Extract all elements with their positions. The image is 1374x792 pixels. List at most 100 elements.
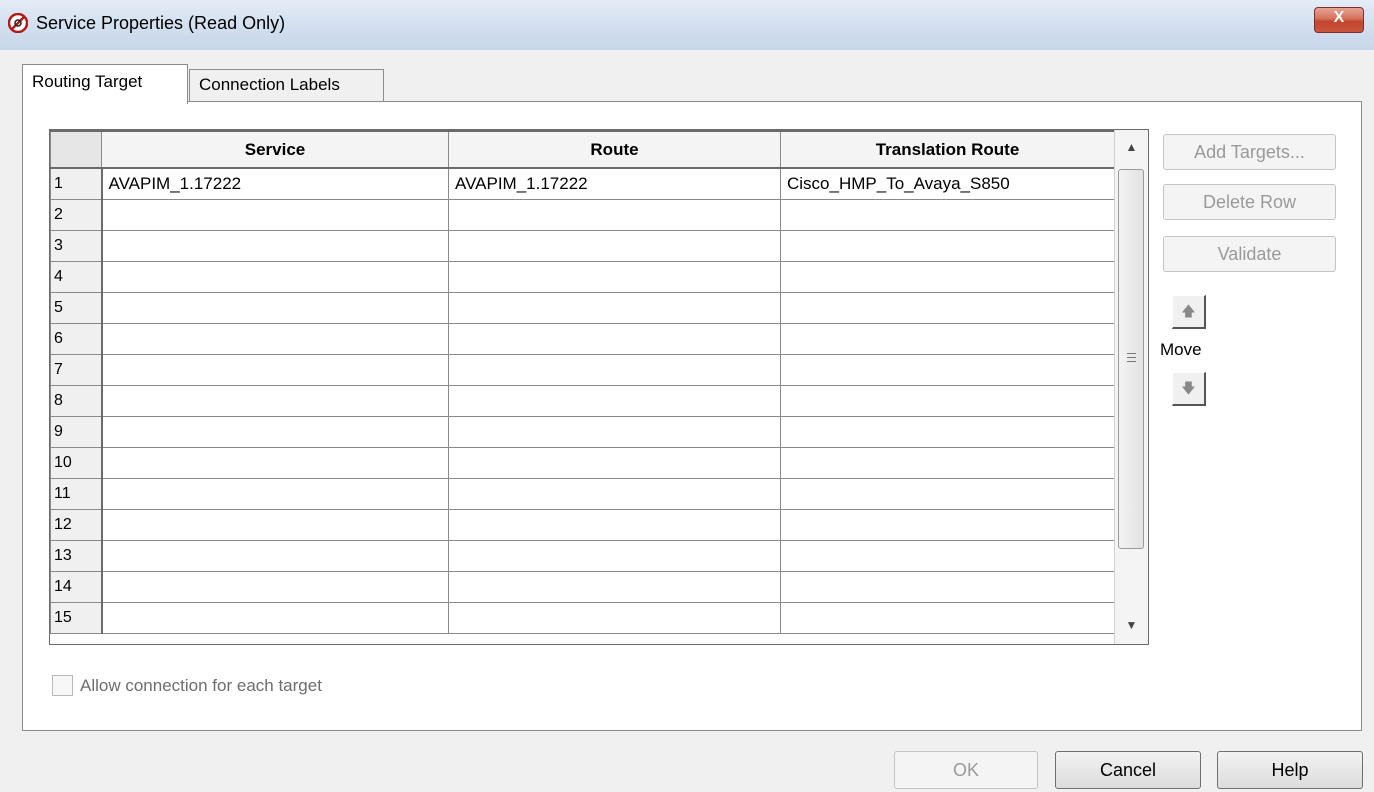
cancel-button[interactable]: Cancel — [1055, 751, 1201, 789]
table-row[interactable]: 2 — [50, 198, 1115, 231]
translation-route-cell[interactable] — [780, 260, 1115, 293]
route-cell[interactable] — [448, 570, 781, 603]
table-row[interactable]: 1 AVAPIM_1.17222 AVAPIM_1.17222 Cisco_HMP_T… — [50, 167, 1115, 200]
translation-route-cell[interactable] — [780, 508, 1115, 541]
column-header-service[interactable]: Service — [101, 130, 449, 169]
row-number: 7 — [50, 353, 103, 386]
routing-target-grid[interactable]: Service Route Translation Route 1 AVAPIM_… — [49, 129, 1149, 645]
service-cell[interactable] — [101, 260, 449, 293]
row-number: 10 — [50, 446, 103, 479]
table-row[interactable]: 6 — [50, 322, 1115, 355]
row-number: 14 — [50, 570, 103, 603]
translation-route-cell[interactable] — [780, 446, 1115, 479]
route-cell[interactable] — [448, 353, 781, 386]
service-cell[interactable] — [101, 229, 449, 262]
table-row[interactable]: 9 — [50, 415, 1115, 448]
validate-button[interactable]: Validate — [1163, 236, 1336, 272]
column-header-route[interactable]: Route — [448, 130, 781, 169]
route-cell[interactable] — [448, 508, 781, 541]
row-number: 6 — [50, 322, 103, 355]
tab-routing-target[interactable]: Routing Target — [22, 64, 188, 104]
app-icon — [8, 13, 28, 33]
table-row[interactable]: 12 — [50, 508, 1115, 541]
table-row[interactable]: 11 — [50, 477, 1115, 510]
service-cell[interactable]: AVAPIM_1.17222 — [101, 167, 449, 200]
route-cell[interactable] — [448, 601, 781, 634]
translation-route-cell[interactable] — [780, 601, 1115, 634]
row-number: 9 — [50, 415, 103, 448]
table-row[interactable]: 8 — [50, 384, 1115, 417]
translation-route-cell[interactable] — [780, 198, 1115, 231]
row-number: 1 — [50, 167, 103, 200]
close-button[interactable]: X — [1314, 7, 1364, 33]
route-cell[interactable]: AVAPIM_1.17222 — [448, 167, 781, 200]
scroll-up-icon[interactable]: ▲ — [1115, 130, 1148, 164]
grid-corner — [50, 130, 102, 169]
translation-route-cell[interactable] — [780, 229, 1115, 262]
column-header-translation-route[interactable]: Translation Route — [780, 130, 1115, 169]
service-cell[interactable] — [101, 508, 449, 541]
translation-route-cell[interactable] — [780, 384, 1115, 417]
row-number: 12 — [50, 508, 103, 541]
close-icon: X — [1333, 9, 1345, 26]
table-row[interactable]: 10 — [50, 446, 1115, 479]
row-number: 13 — [50, 539, 103, 572]
row-number: 11 — [50, 477, 103, 510]
table-row[interactable]: 5 — [50, 291, 1115, 324]
route-cell[interactable] — [448, 198, 781, 231]
table-row[interactable]: 3 — [50, 229, 1115, 262]
translation-route-cell[interactable] — [780, 353, 1115, 386]
service-cell[interactable] — [101, 477, 449, 510]
translation-route-cell[interactable] — [780, 570, 1115, 603]
tab-connection-labels[interactable]: Connection Labels — [189, 69, 384, 101]
move-down-button[interactable]: 🡇 — [1172, 372, 1206, 406]
title-bar: Service Properties (Read Only) X — [0, 0, 1374, 50]
header-row: Service Route Translation Route — [50, 130, 1115, 169]
help-button[interactable]: Help — [1217, 751, 1363, 789]
allow-connection-label: Allow connection for each target — [80, 676, 322, 695]
service-cell[interactable] — [101, 322, 449, 355]
route-cell[interactable] — [448, 415, 781, 448]
service-cell[interactable] — [101, 570, 449, 603]
service-cell[interactable] — [101, 353, 449, 386]
translation-route-cell[interactable] — [780, 322, 1115, 355]
service-cell[interactable] — [101, 291, 449, 324]
row-number: 2 — [50, 198, 103, 231]
route-cell[interactable] — [448, 477, 781, 510]
route-cell[interactable] — [448, 291, 781, 324]
row-number: 8 — [50, 384, 103, 417]
route-cell[interactable] — [448, 384, 781, 417]
service-cell[interactable] — [101, 539, 449, 572]
table-row[interactable]: 13 — [50, 539, 1115, 572]
route-cell[interactable] — [448, 446, 781, 479]
translation-route-cell[interactable]: Cisco_HMP_To_Avaya_S850 — [780, 167, 1115, 200]
translation-route-cell[interactable] — [780, 477, 1115, 510]
window-title: Service Properties (Read Only) — [36, 13, 286, 33]
ok-button[interactable]: OK — [894, 751, 1038, 789]
service-cell[interactable] — [101, 415, 449, 448]
translation-route-cell[interactable] — [780, 539, 1115, 572]
translation-route-cell[interactable] — [780, 415, 1115, 448]
table-row[interactable]: 4 — [50, 260, 1115, 293]
table-row[interactable]: 14 — [50, 570, 1115, 603]
delete-row-button[interactable]: Delete Row — [1163, 184, 1336, 220]
move-up-button[interactable]: 🡅 — [1172, 295, 1206, 329]
translation-route-cell[interactable] — [780, 291, 1115, 324]
table-row[interactable]: 15 — [50, 601, 1115, 634]
add-targets-button[interactable]: Add Targets... — [1163, 134, 1336, 170]
service-cell[interactable] — [101, 601, 449, 634]
scroll-thumb[interactable] — [1118, 169, 1144, 549]
route-cell[interactable] — [448, 229, 781, 262]
service-cell[interactable] — [101, 446, 449, 479]
grid-table: Service Route Translation Route 1 AVAPIM_… — [50, 130, 1115, 634]
route-cell[interactable] — [448, 260, 781, 293]
arrow-up-icon: 🡅 — [1181, 303, 1196, 319]
scroll-down-icon[interactable]: ▼ — [1115, 608, 1148, 642]
route-cell[interactable] — [448, 539, 781, 572]
service-cell[interactable] — [101, 384, 449, 417]
vertical-scrollbar[interactable]: ▲ ▼ — [1114, 130, 1148, 644]
allow-connection-checkbox[interactable] — [52, 675, 73, 696]
route-cell[interactable] — [448, 322, 781, 355]
service-cell[interactable] — [101, 198, 449, 231]
table-row[interactable]: 7 — [50, 353, 1115, 386]
